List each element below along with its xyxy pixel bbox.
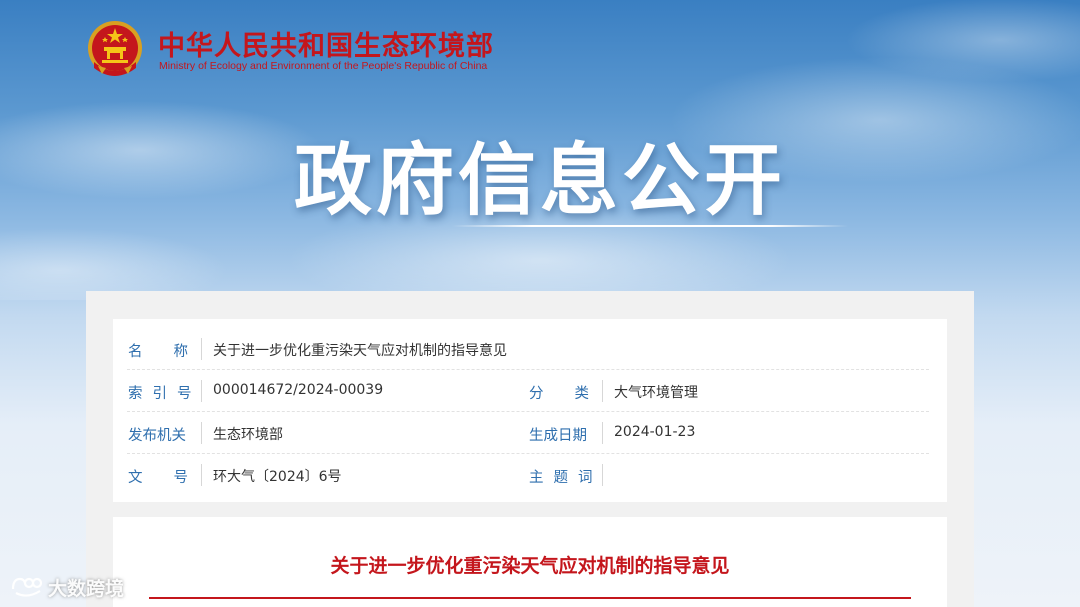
banner-title: 政府信息公开 [293, 136, 786, 226]
row-divider [602, 380, 603, 402]
document-title: 关于进一步优化重污染天气应对机制的指导意见 [330, 555, 730, 577]
row-divider [201, 464, 202, 486]
name-value: 关于进一步优化重污染天气应对机制的指导意见 [213, 343, 507, 359]
metadata-row-issuer: 发布机关 生态环境部 生成日期 2024-01-23 [113, 412, 947, 454]
row-divider [602, 464, 603, 486]
watermark: 大数跨境 [10, 574, 124, 600]
doc-no-label: 文号 [128, 470, 219, 486]
category-value: 大气环境管理 [614, 385, 698, 401]
row-divider [201, 380, 202, 402]
row-divider [201, 422, 202, 444]
category-label: 分类 [529, 386, 620, 402]
date-value: 2024-01-23 [614, 424, 696, 440]
org-name-cn[interactable]: 中华人民共和国生态环境部 [158, 24, 494, 63]
banner-underline [452, 225, 848, 227]
site-header[interactable]: 中华人民共和国生态环境部 Ministry of Ecology and Env… [84, 18, 524, 84]
doc-no-value: 环大气〔2024〕6号 [213, 469, 342, 485]
issuer-label: 发布机关 [128, 428, 186, 444]
brand-logo-icon [11, 577, 43, 597]
date-label: 生成日期 [529, 428, 587, 444]
title-rule [149, 597, 911, 599]
index-value: 000014672/2024-00039 [213, 382, 384, 398]
row-divider [201, 338, 202, 360]
name-label: 名称 [128, 344, 219, 360]
metadata-row-docno: 文号 环大气〔2024〕6号 主题词 [113, 454, 947, 496]
index-label: 索引号 [128, 386, 202, 402]
national-emblem-icon [88, 21, 142, 76]
metadata-table: 名称 关于进一步优化重污染天气应对机制的指导意见 索引号 000014672/2… [113, 319, 947, 502]
watermark-text: 大数跨境 [48, 577, 125, 600]
metadata-row-index: 索引号 000014672/2024-00039 分类 大气环境管理 [113, 370, 947, 412]
org-name-en[interactable]: Ministry of Ecology and Environment of t… [159, 60, 487, 72]
document-body: 关于进一步优化重污染天气应对机制的指导意见 [113, 517, 947, 607]
issuer-value: 生态环境部 [213, 427, 283, 443]
metadata-row-name: 名称 关于进一步优化重污染天气应对机制的指导意见 [113, 328, 947, 370]
row-divider [602, 422, 603, 444]
keywords-label: 主题词 [529, 470, 603, 486]
